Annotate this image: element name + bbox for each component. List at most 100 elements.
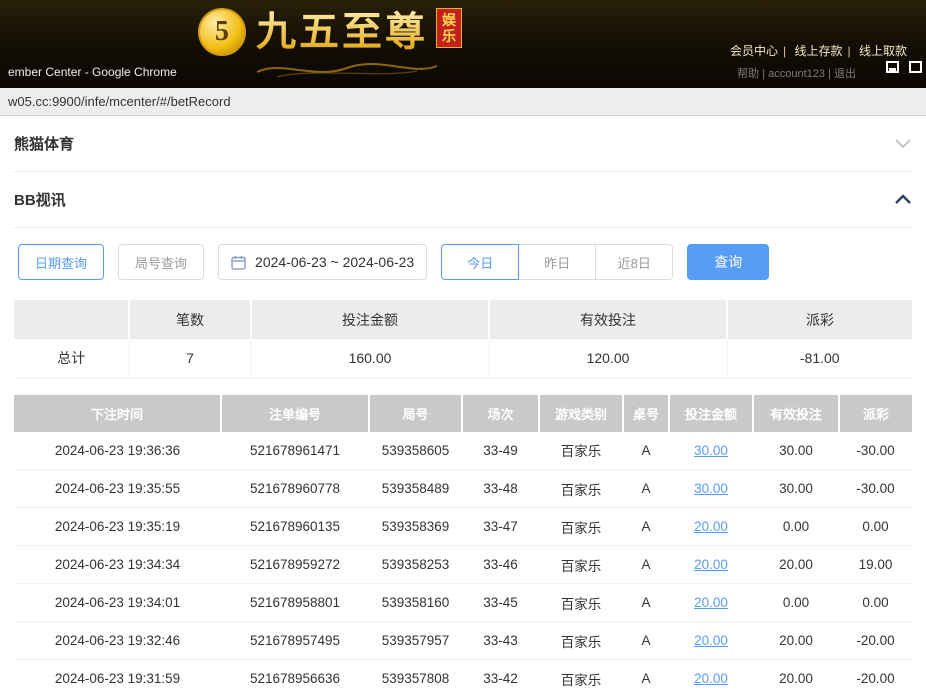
table-row: 2024-06-23 19:31:59521678956636539357808… — [14, 660, 912, 694]
filter-toolbar: 日期查询 局号查询 2024-06-23 ~ 2024-06-23 今日 昨日 … — [18, 244, 912, 280]
cell-session: 33-47 — [462, 508, 539, 546]
cell-bet-time: 2024-06-23 19:36:36 — [14, 432, 221, 470]
table-row: 2024-06-23 19:35:55521678960778539358489… — [14, 470, 912, 508]
cell-bet-amount: 20.00 — [669, 660, 753, 694]
cell-round-id: 539357957 — [369, 622, 462, 660]
header-session: 场次 — [462, 395, 539, 432]
quick-yesterday-button[interactable]: 昨日 — [518, 244, 596, 280]
cell-table-no: A — [623, 432, 669, 470]
gold-flourish-decoration — [252, 58, 442, 82]
minimize-button[interactable] — [886, 61, 899, 73]
bet-amount-link[interactable]: 20.00 — [694, 671, 728, 686]
cell-bet-amount: 30.00 — [669, 432, 753, 470]
nav-withdraw-link[interactable]: 线上取款 — [859, 44, 907, 58]
cell-table-no: A — [623, 622, 669, 660]
brand-logo: 5 九五至尊 娱 乐 — [198, 4, 462, 60]
summary-header-payout: 派彩 — [727, 300, 912, 339]
cell-order-id: 521678960778 — [221, 470, 369, 508]
summary-bet-amount-value: 160.00 — [251, 339, 489, 378]
cell-order-id: 521678960135 — [221, 508, 369, 546]
bet-amount-link[interactable]: 20.00 — [694, 633, 728, 648]
section-panda-sports[interactable]: 熊猫体育 — [14, 116, 912, 172]
cell-table-no: A — [623, 660, 669, 694]
cell-game-type: 百家乐 — [539, 660, 623, 694]
cell-round-id: 539358605 — [369, 432, 462, 470]
nav-deposit-link[interactable]: 线上存款 — [795, 44, 843, 58]
cell-bet-amount: 20.00 — [669, 622, 753, 660]
table-row: 2024-06-23 19:36:36521678961471539358605… — [14, 432, 912, 470]
header-order-id: 注单编号 — [221, 395, 369, 432]
cell-game-type: 百家乐 — [539, 546, 623, 584]
address-bar[interactable]: w05.cc:9900/infe/mcenter/#/betRecord — [0, 88, 926, 116]
bet-amount-link[interactable]: 20.00 — [694, 519, 728, 534]
quick-today-button[interactable]: 今日 — [441, 244, 519, 280]
cell-session: 33-42 — [462, 660, 539, 694]
section-title-panda: 熊猫体育 — [14, 133, 74, 154]
cell-valid-bet: 30.00 — [753, 470, 839, 508]
cell-game-type: 百家乐 — [539, 508, 623, 546]
bet-amount-link[interactable]: 30.00 — [694, 481, 728, 496]
cell-payout: 0.00 — [839, 584, 912, 622]
bet-table-body: 2024-06-23 19:36:36521678961471539358605… — [14, 432, 912, 694]
header-round-id: 局号 — [369, 395, 462, 432]
cell-table-no: A — [623, 470, 669, 508]
cell-game-type: 百家乐 — [539, 432, 623, 470]
cell-order-id: 521678959272 — [221, 546, 369, 584]
section-bb-video[interactable]: BB视讯 — [14, 172, 912, 228]
bet-amount-link[interactable]: 20.00 — [694, 557, 728, 572]
chevron-down-icon — [894, 138, 912, 149]
table-row: 2024-06-23 19:32:46521678957495539357957… — [14, 622, 912, 660]
quick-range-group: 今日 昨日 近8日 — [441, 244, 673, 280]
cell-valid-bet: 30.00 — [753, 432, 839, 470]
summary-valid-bet-value: 120.00 — [489, 339, 727, 378]
maximize-button[interactable] — [909, 61, 922, 73]
bet-table-header-row: 下注时间 注单编号 局号 场次 游戏类别 桌号 投注金额 有效投注 派彩 — [14, 395, 912, 432]
cell-order-id: 521678961471 — [221, 432, 369, 470]
date-range-input[interactable]: 2024-06-23 ~ 2024-06-23 — [218, 244, 427, 280]
bet-record-table: 下注时间 注单编号 局号 场次 游戏类别 桌号 投注金额 有效投注 派彩 202… — [14, 395, 912, 694]
quick-last8days-button[interactable]: 近8日 — [595, 244, 673, 280]
summary-header-count: 笔数 — [129, 300, 251, 339]
badge-char-top: 娱 — [442, 12, 456, 28]
cell-table-no: A — [623, 546, 669, 584]
cell-payout: 19.00 — [839, 546, 912, 584]
cell-game-type: 百家乐 — [539, 470, 623, 508]
bet-amount-link[interactable]: 20.00 — [694, 595, 728, 610]
badge-char-bottom: 乐 — [442, 28, 456, 44]
round-query-tab[interactable]: 局号查询 — [118, 244, 204, 280]
cell-valid-bet: 20.00 — [753, 622, 839, 660]
cell-game-type: 百家乐 — [539, 584, 623, 622]
header-bet-amount: 投注金额 — [669, 395, 753, 432]
bet-amount-link[interactable]: 30.00 — [694, 443, 728, 458]
cell-order-id: 521678957495 — [221, 622, 369, 660]
cell-round-id: 539358253 — [369, 546, 462, 584]
nav-member-center-link[interactable]: 会员中心 — [730, 44, 778, 58]
cell-session: 33-43 — [462, 622, 539, 660]
summary-header-row: 笔数 投注金额 有效投注 派彩 — [14, 300, 912, 339]
cell-valid-bet: 0.00 — [753, 508, 839, 546]
coin-icon: 5 — [198, 8, 246, 56]
account-bar[interactable]: 帮助 | account123 | 退出 — [737, 65, 856, 81]
header-valid-bet: 有效投注 — [753, 395, 839, 432]
date-query-tab[interactable]: 日期查询 — [18, 244, 104, 280]
summary-total-label: 总计 — [14, 339, 129, 378]
window-controls — [886, 61, 922, 73]
summary-header-valid-bet: 有效投注 — [489, 300, 727, 339]
cell-valid-bet: 20.00 — [753, 660, 839, 694]
cell-bet-amount: 30.00 — [669, 470, 753, 508]
cell-valid-bet: 0.00 — [753, 584, 839, 622]
cell-session: 33-49 — [462, 432, 539, 470]
cell-payout: -30.00 — [839, 470, 912, 508]
summary-count-value: 7 — [129, 339, 251, 378]
cell-payout: -20.00 — [839, 622, 912, 660]
cell-bet-time: 2024-06-23 19:34:34 — [14, 546, 221, 584]
search-button[interactable]: 查询 — [687, 244, 769, 280]
header-bet-time: 下注时间 — [14, 395, 221, 432]
brand-badge: 娱 乐 — [436, 8, 462, 48]
cell-round-id: 539357808 — [369, 660, 462, 694]
date-range-value: 2024-06-23 ~ 2024-06-23 — [255, 254, 414, 270]
cell-bet-time: 2024-06-23 19:31:59 — [14, 660, 221, 694]
cell-bet-amount: 20.00 — [669, 546, 753, 584]
cell-payout: 0.00 — [839, 508, 912, 546]
cell-bet-amount: 20.00 — [669, 584, 753, 622]
